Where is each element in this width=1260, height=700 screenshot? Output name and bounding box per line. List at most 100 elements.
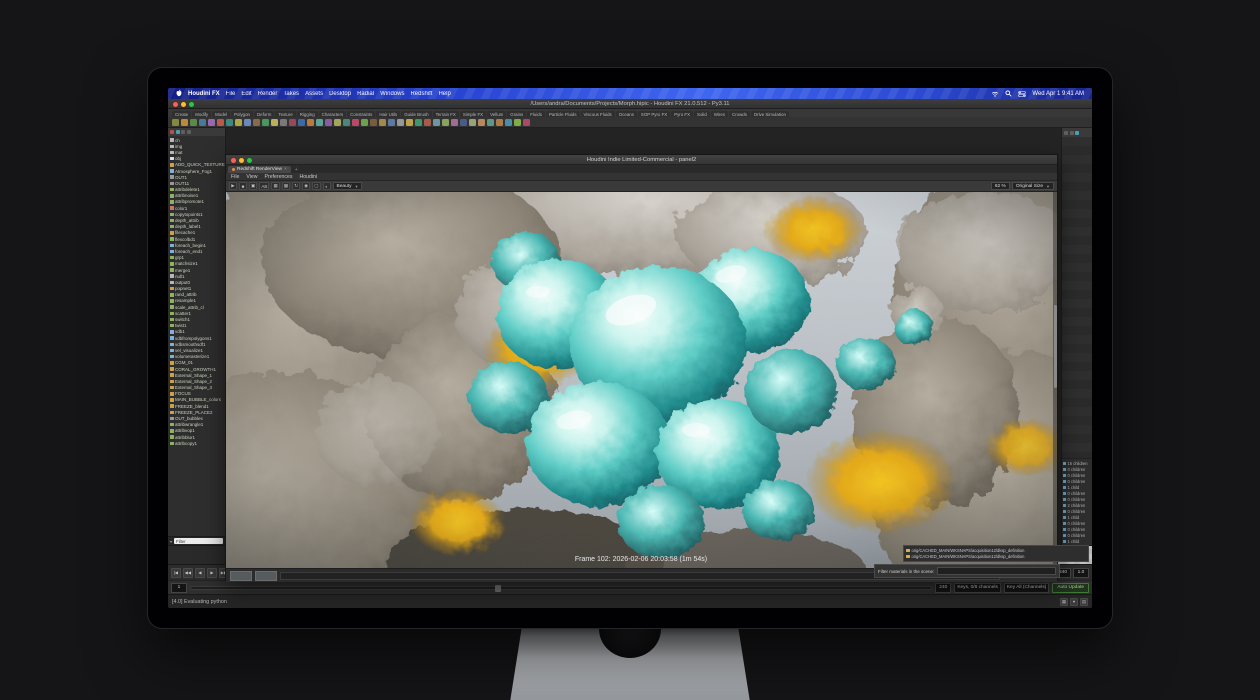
aov-selector[interactable]: Beauty ▼ — [333, 182, 363, 190]
tree-filter-input[interactable]: Filter — [174, 538, 223, 544]
shelf-tool-icon[interactable] — [496, 119, 503, 126]
shelf-tool-icon[interactable] — [460, 119, 467, 126]
search-icon[interactable] — [1005, 90, 1012, 97]
shelf-tool-icon[interactable] — [352, 119, 359, 126]
viewport-scrollbar[interactable] — [1053, 192, 1057, 568]
range-end-field-2[interactable]: 240 — [935, 583, 951, 593]
renderview-menu-item[interactable]: Preferences — [265, 174, 293, 180]
range-slider[interactable] — [190, 586, 932, 590]
shelf-tool-icon[interactable] — [415, 119, 422, 126]
bucket-icon[interactable]: ◐ — [323, 182, 331, 190]
menubar-menu-item[interactable]: Help — [438, 91, 450, 97]
shelf-tool-icon[interactable] — [190, 119, 197, 126]
shelf-tool-icon[interactable] — [244, 119, 251, 126]
render-start-icon[interactable]: ▶ — [229, 182, 237, 190]
control-center-icon[interactable] — [1018, 91, 1026, 97]
transport-button[interactable]: ◀ — [195, 568, 205, 578]
help-icon[interactable] — [1075, 131, 1079, 135]
shelf-tool-icon[interactable] — [469, 119, 476, 126]
menubar-menu-item[interactable]: File — [226, 91, 236, 97]
menubar-menu-item[interactable]: Edit — [241, 91, 251, 97]
shelf-tool-icon[interactable] — [406, 119, 413, 126]
houdini-titlebar[interactable]: /Users/andra/Documents/Projects/Morph.hi… — [168, 99, 1092, 109]
grid-icon[interactable]: ▦ — [271, 182, 279, 190]
shelf-tool-icon[interactable] — [172, 119, 179, 126]
close-window-button[interactable] — [231, 158, 236, 163]
shelf-tool-icon[interactable] — [262, 119, 269, 126]
children-row[interactable]: 1 child — [1063, 538, 1091, 544]
shelf-tool-icon[interactable] — [361, 119, 368, 126]
zoom-window-button[interactable] — [247, 158, 252, 163]
shelf-tool-icon[interactable] — [334, 119, 341, 126]
shelf-tool-icon[interactable] — [325, 119, 332, 126]
children-row[interactable]: 16 children — [1063, 460, 1091, 466]
menubar-menu-item[interactable]: Windows — [380, 91, 404, 97]
scrollbar-thumb[interactable] — [1054, 305, 1057, 388]
shelf-tool-icon[interactable] — [487, 119, 494, 126]
shelf-tool-icon[interactable] — [451, 119, 458, 126]
snapshot-icon[interactable]: ▣ — [249, 182, 257, 190]
menubar-menu-item[interactable]: Takes — [283, 91, 299, 97]
tree-home-icon[interactable] — [170, 130, 174, 134]
tree-sync-icon[interactable] — [176, 130, 180, 134]
tab-redshift-renderview[interactable]: Redshift RenderView × — [228, 166, 291, 173]
shelf-tool-icon[interactable] — [379, 119, 386, 126]
menubar-menu-item[interactable]: Assets — [305, 91, 323, 97]
renderview-menu-item[interactable]: View — [246, 174, 257, 180]
shelf-tool-icon[interactable] — [280, 119, 287, 126]
wifi-icon[interactable] — [991, 91, 999, 97]
cook-icon[interactable]: ● — [1070, 598, 1078, 606]
transport-button[interactable]: ▶ — [207, 568, 217, 578]
ab-compare-icon[interactable]: AB — [259, 182, 269, 190]
minimize-window-button[interactable] — [181, 102, 186, 107]
menubar-app-name[interactable]: Houdini FX — [188, 91, 220, 97]
snapshot-thumbnail[interactable] — [230, 571, 252, 581]
shelf-tool-icon[interactable] — [253, 119, 260, 126]
step-field[interactable]: 1.0 — [1073, 568, 1089, 578]
shelf-tool-icon[interactable] — [298, 119, 305, 126]
shelf-tool-icon[interactable] — [343, 119, 350, 126]
tree-node-row[interactable]: ADD_QUICK_TEXTURE — [170, 162, 225, 168]
crop-icon[interactable]: ▢ — [312, 182, 320, 190]
render-stop-icon[interactable]: ■ — [239, 182, 247, 190]
tree-node-row[interactable]: attribcopy1 — [170, 440, 225, 446]
key-all-button[interactable]: Key All (Channels) — [1004, 583, 1049, 593]
shelf-tool-icon[interactable] — [514, 119, 521, 126]
close-tab-icon[interactable]: × — [284, 167, 287, 172]
render-viewport[interactable]: Frame 102: 2026-02-06 20:03:58 (1m 54s) — [226, 192, 1057, 568]
tree-node-row[interactable]: MAIN_BUBBLE_colors — [170, 397, 225, 403]
target-icon[interactable]: ◉ — [302, 182, 310, 190]
transport-button[interactable]: |◀ — [171, 568, 181, 578]
memory-icon[interactable]: ▦ — [1060, 598, 1068, 606]
transport-button[interactable]: ◀◀ — [183, 568, 193, 578]
renderview-titlebar[interactable]: Houdini Indie Limited-Commercial - panel… — [226, 155, 1057, 165]
minimize-window-button[interactable] — [239, 158, 244, 163]
shelf-tool-icon[interactable] — [316, 119, 323, 126]
range-slider-thumb[interactable] — [495, 585, 501, 592]
cache-path-row[interactable]: orig/CACHED_MAIN/WKSNAPS/acquisition12/d… — [906, 554, 1086, 559]
shelf-tool-icon[interactable] — [217, 119, 224, 126]
chevron-down-icon[interactable]: ▾ — [170, 539, 172, 544]
auto-update-button[interactable]: Auto Update — [1052, 583, 1089, 593]
shelf-tool-icon[interactable] — [478, 119, 485, 126]
size-mode-selector[interactable]: Original Size ▼ — [1012, 182, 1054, 190]
menubar-menu-item[interactable]: Render — [258, 91, 278, 97]
keys-dropdown[interactable]: Keys, 0/8 channels — [954, 583, 1001, 593]
message-log-icon[interactable]: ▤ — [1080, 598, 1088, 606]
shelf-tool-icon[interactable] — [199, 119, 206, 126]
menubar-menu-item[interactable]: Desktop — [329, 91, 351, 97]
shelf-tool-icon[interactable] — [397, 119, 404, 126]
zoom-level[interactable]: 62 % — [991, 182, 1010, 190]
zoom-window-button[interactable] — [189, 102, 194, 107]
shelf-tool-icon[interactable] — [235, 119, 242, 126]
shelf-tool-icon[interactable] — [226, 119, 233, 126]
shelf-tool-icon[interactable] — [433, 119, 440, 126]
tree-expand-icon[interactable] — [181, 130, 185, 134]
shelf-tool-icon[interactable] — [181, 119, 188, 126]
refresh-icon[interactable]: ↻ — [292, 182, 300, 190]
tree-collapse-icon[interactable] — [187, 130, 191, 134]
gear-icon[interactable] — [1070, 131, 1074, 135]
apple-menu[interactable] — [176, 89, 182, 99]
menubar-menu-item[interactable]: Redshift — [410, 91, 432, 97]
menubar-clock[interactable]: Wed Apr 1 9:41 AM — [1032, 91, 1084, 97]
